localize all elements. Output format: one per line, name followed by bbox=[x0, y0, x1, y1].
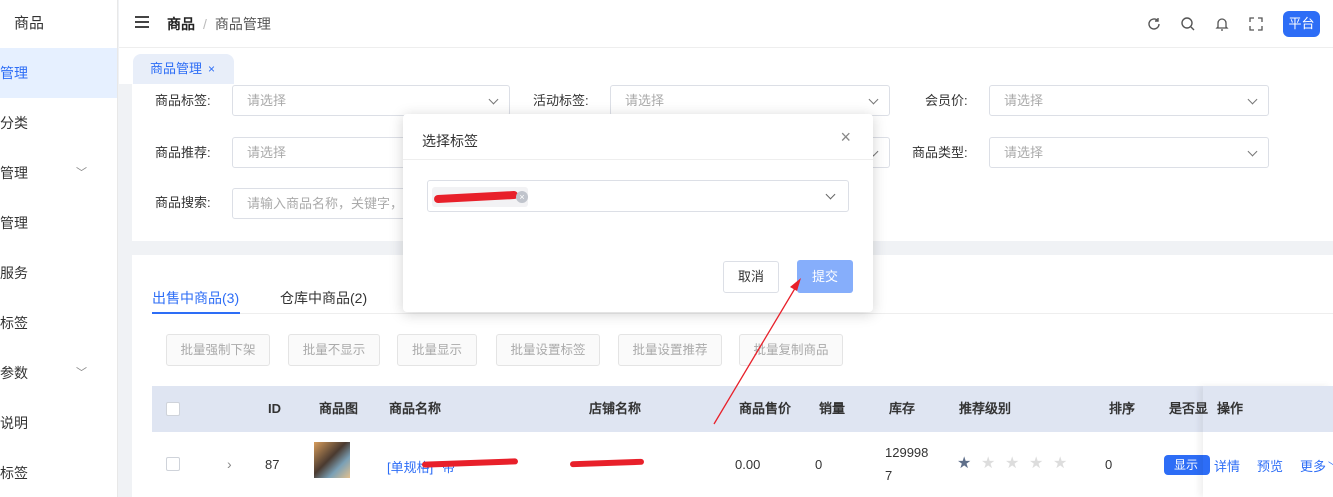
selected-tag-chip: × bbox=[432, 187, 528, 207]
close-icon[interactable]: × bbox=[840, 128, 851, 146]
submit-button[interactable]: 提交 bbox=[797, 260, 853, 293]
chevron-down-icon bbox=[825, 189, 836, 200]
dialog-divider bbox=[403, 159, 873, 160]
chip-remove-icon[interactable]: × bbox=[516, 191, 528, 203]
tag-select[interactable]: × bbox=[427, 180, 849, 212]
redaction-scribble bbox=[433, 190, 519, 204]
cancel-button[interactable]: 取消 bbox=[723, 261, 779, 293]
dialog-title: 选择标签 bbox=[422, 133, 478, 149]
select-tag-dialog: 选择标签 × × 取消 提交 bbox=[403, 114, 873, 312]
